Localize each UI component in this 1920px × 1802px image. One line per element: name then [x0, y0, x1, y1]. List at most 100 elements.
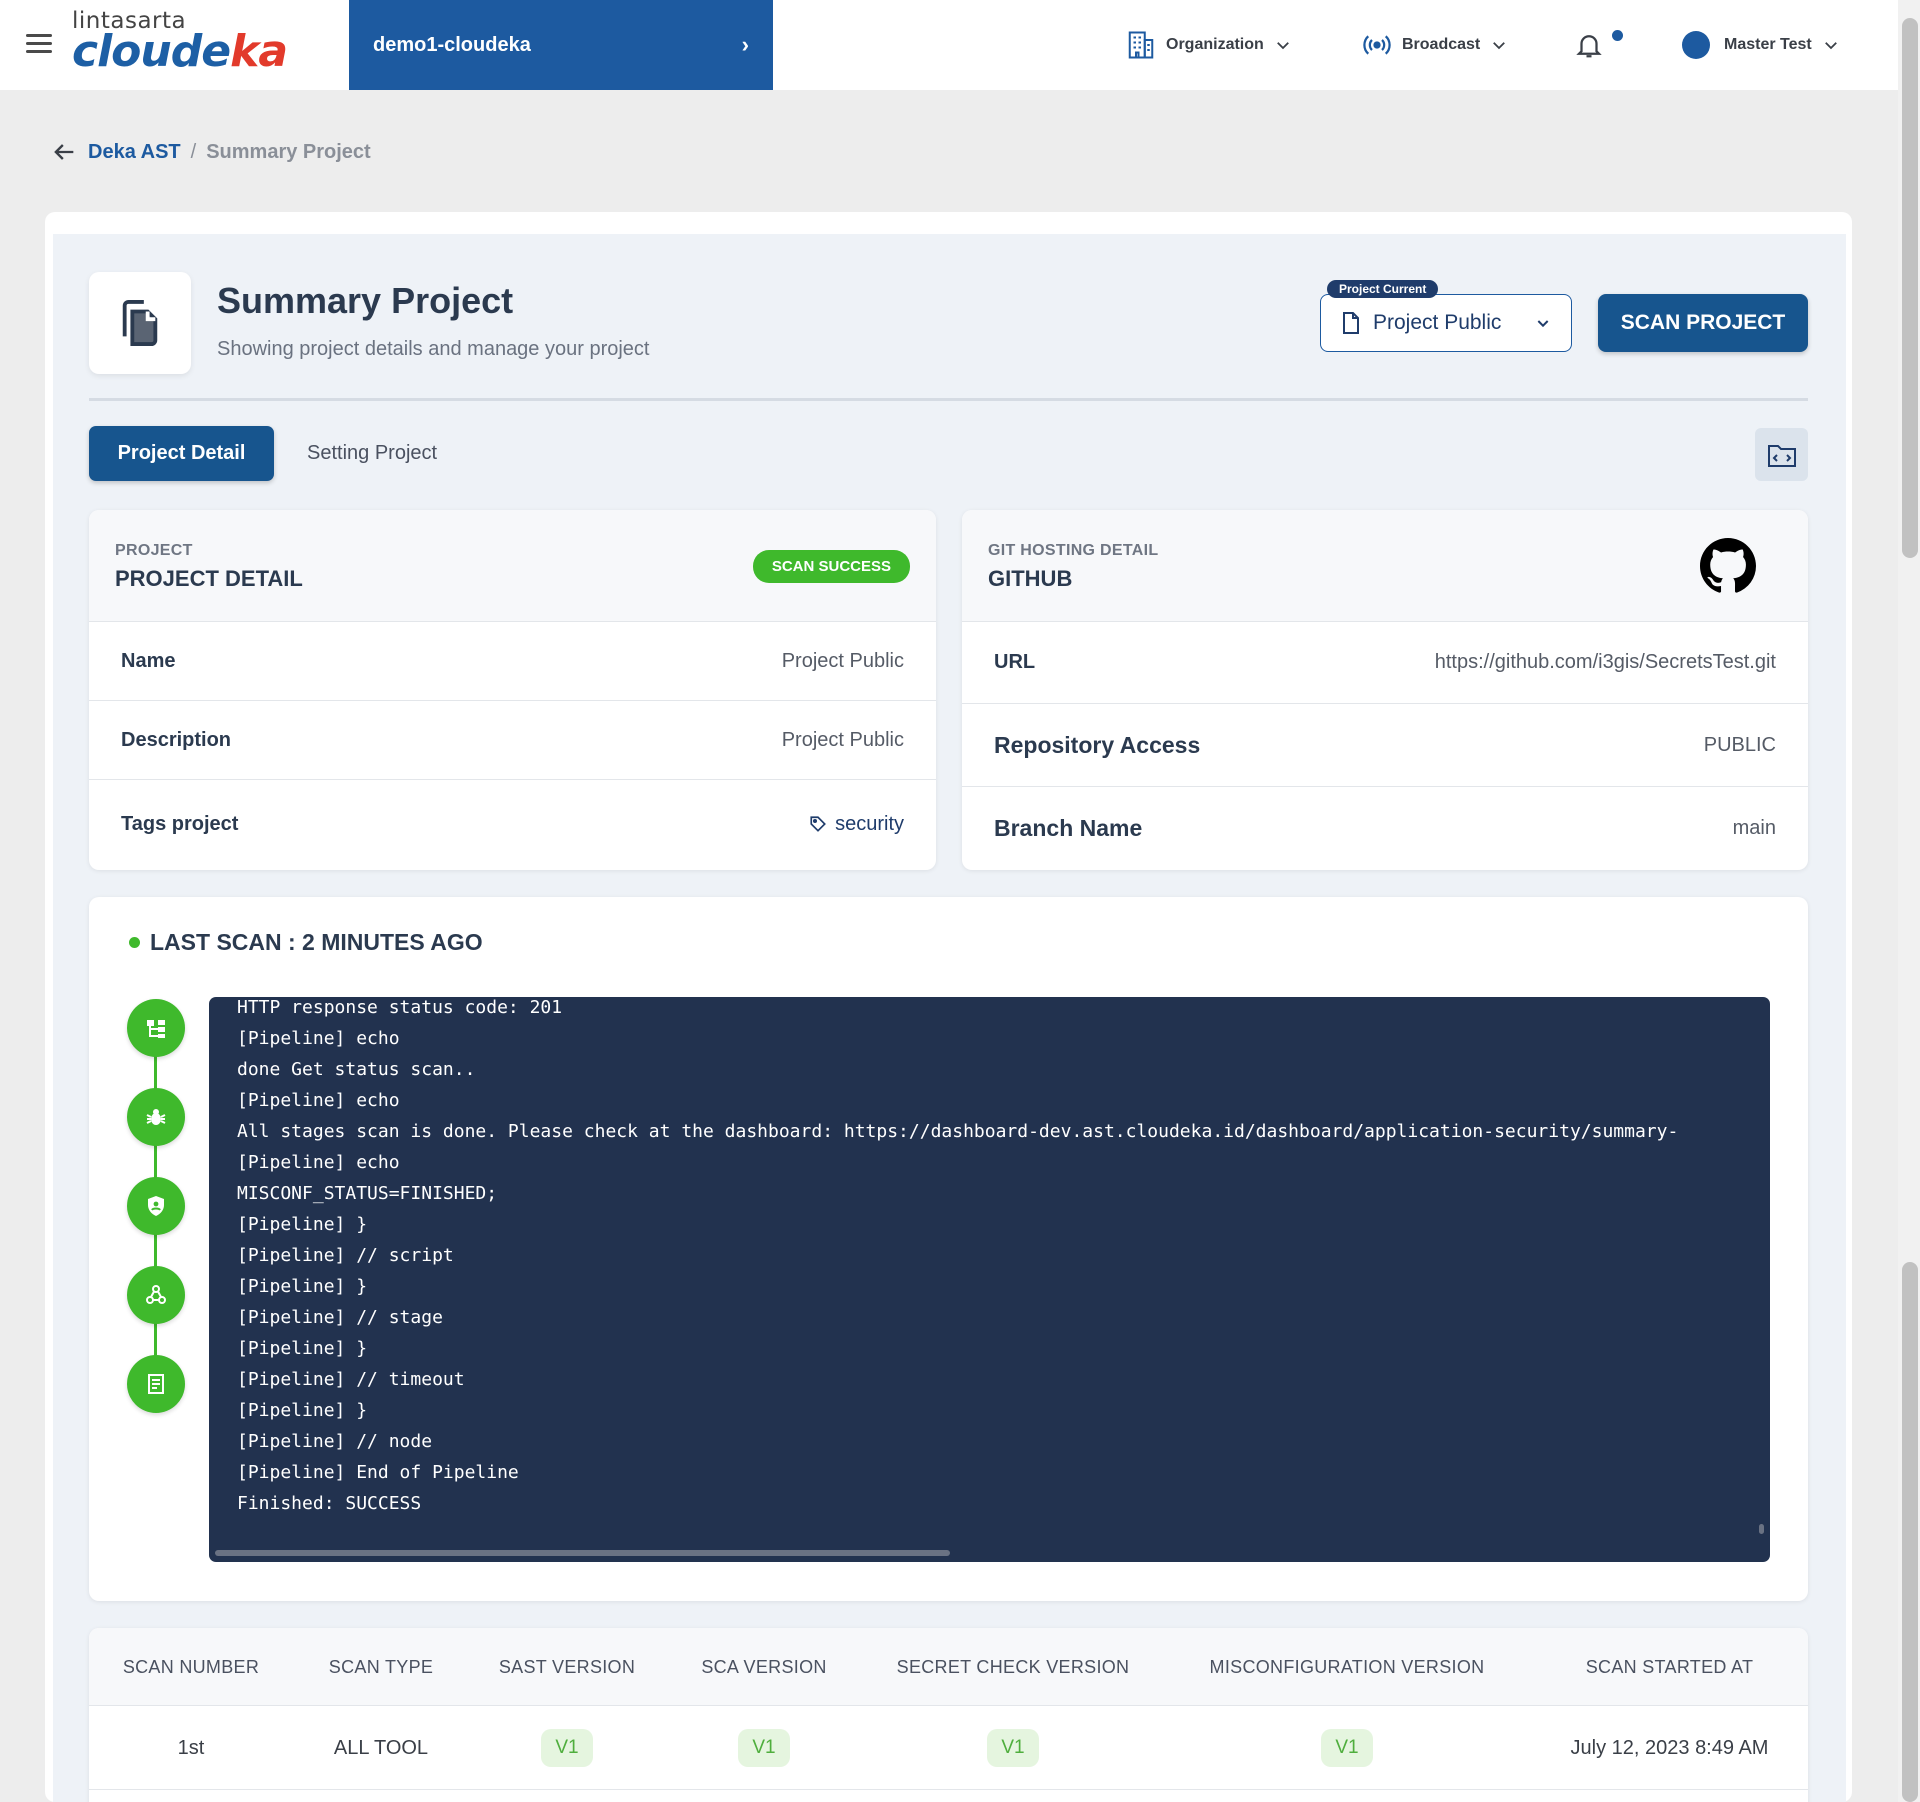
workspace-switcher[interactable]: demo1-cloudeka › — [349, 0, 773, 90]
console-line: [Pipeline] echo — [237, 1028, 400, 1049]
step-shield[interactable] — [127, 1177, 185, 1235]
breadcrumb-separator: / — [190, 140, 197, 163]
project-detail-card: PROJECT PROJECT DETAIL SCAN SUCCESS Name… — [89, 510, 936, 870]
detail-row-tags: Tags project security — [89, 780, 936, 868]
document-icon — [1343, 312, 1359, 334]
broadcast-menu[interactable]: Broadcast — [1362, 0, 1508, 90]
console-line: [Pipeline] } — [237, 1338, 368, 1359]
page-scroll-thumb-lower[interactable] — [1902, 1262, 1918, 1802]
status-dot — [129, 937, 140, 948]
menu-icon[interactable] — [26, 34, 52, 54]
folder-code-button[interactable] — [1755, 428, 1808, 481]
console-output: HTTP response status code: 201 [Pipeline… — [209, 997, 1706, 1519]
git-value: PUBLIC — [1703, 733, 1776, 756]
project-tag[interactable]: security — [809, 813, 904, 836]
page-icon-box — [89, 272, 191, 374]
scan-history-table: SCAN NUMBER SCAN TYPE SAST VERSION SCA V… — [89, 1628, 1808, 1802]
shield-icon — [148, 1196, 164, 1216]
breadcrumb-parent-link[interactable]: Deka AST — [88, 141, 181, 164]
scan-project-button[interactable]: SCAN PROJECT — [1598, 294, 1808, 352]
git-key: URL — [994, 651, 1036, 673]
bell-icon — [1576, 35, 1602, 58]
notifications-button[interactable] — [1574, 0, 1604, 90]
project-current-select[interactable]: Project Public — [1320, 294, 1572, 352]
copy-document-icon — [122, 300, 158, 346]
project-current-value: Project Public — [1373, 311, 1502, 334]
cell-sca-version: V1 — [665, 1706, 863, 1790]
chevron-down-icon — [1276, 42, 1289, 50]
tab-project-detail[interactable]: Project Detail — [89, 426, 274, 481]
column-header[interactable]: SCA VERSION — [665, 1628, 863, 1706]
console-line: [Pipeline] } — [237, 1276, 368, 1297]
scan-steps — [127, 999, 185, 1419]
column-header[interactable]: SCAN STARTED AT — [1531, 1628, 1808, 1706]
version-badge: V1 — [987, 1729, 1039, 1767]
building-icon — [1128, 31, 1154, 59]
project-detail-header: PROJECT PROJECT DETAIL SCAN SUCCESS — [89, 510, 936, 622]
console-line: [Pipeline] // node — [237, 1431, 433, 1452]
broadcast-label: Broadcast — [1402, 36, 1481, 53]
cloudeka-logo[interactable]: lintasarta cloudeka — [72, 8, 302, 82]
project-detail-title: PROJECT DETAIL — [115, 566, 303, 591]
breadcrumb-current: Summary Project — [206, 140, 371, 163]
git-hosting-title: GITHUB — [988, 566, 1073, 591]
cell-scan-number: 1st — [177, 1736, 205, 1759]
table-header: SCAN NUMBER SCAN TYPE SAST VERSION SCA V… — [89, 1628, 1808, 1706]
detail-key: Name — [121, 649, 176, 672]
step-bug[interactable] — [127, 1088, 185, 1146]
last-scan-heading: LAST SCAN : 2 MINUTES AGO — [129, 929, 483, 956]
project-kicker: PROJECT — [115, 542, 193, 559]
console-line: done Get status scan.. — [237, 1059, 476, 1080]
console-vertical-scrollbar[interactable] — [1759, 1524, 1764, 1534]
version-badge: V1 — [738, 1729, 790, 1767]
version-badge: V1 — [541, 1729, 593, 1767]
chevron-down-icon — [1824, 42, 1837, 50]
console-line: [Pipeline] } — [237, 1400, 368, 1421]
detail-key: Description — [121, 728, 232, 751]
user-menu[interactable]: Master Test — [1682, 0, 1840, 90]
table-row[interactable]: 1st ALL TOOL V1 V1 V1 V1 July 12, 2023 8… — [89, 1706, 1808, 1790]
step-checklist[interactable] — [127, 1355, 185, 1413]
page-title: Summary Project — [217, 280, 514, 321]
bug-icon — [146, 1109, 166, 1125]
cell-sast-version: V1 — [469, 1706, 665, 1790]
top-bar: lintasarta cloudeka demo1-cloudeka › Org… — [0, 0, 1898, 90]
console-line: All stages scan is done. Please check at… — [237, 1121, 1679, 1142]
console-line: HTTP response status code: 201 — [237, 997, 563, 1018]
project-current-badge: Project Current — [1327, 280, 1439, 298]
scan-console-log[interactable]: HTTP response status code: 201 [Pipeline… — [209, 997, 1770, 1562]
github-icon — [1700, 538, 1756, 593]
column-header[interactable]: SAST VERSION — [469, 1628, 665, 1706]
console-line: [Pipeline] End of Pipeline — [237, 1462, 519, 1483]
git-value: main — [1732, 817, 1776, 839]
console-line: [Pipeline] echo — [237, 1152, 400, 1173]
git-kicker: GIT HOSTING DETAIL — [988, 542, 1159, 559]
console-line: MISCONF_STATUS=FINISHED; — [237, 1183, 498, 1204]
column-header[interactable]: MISCONFIGURATION VERSION — [1163, 1628, 1531, 1706]
column-header[interactable]: SCAN NUMBER — [89, 1628, 293, 1706]
avatar — [1682, 31, 1710, 59]
tab-setting-project[interactable]: Setting Project — [307, 426, 437, 481]
page-scroll-thumb[interactable] — [1902, 18, 1918, 558]
tag-icon — [810, 816, 827, 832]
git-key: Branch Name — [994, 815, 1143, 841]
step-sitemap[interactable] — [127, 999, 185, 1057]
column-header[interactable]: SECRET CHECK VERSION — [863, 1628, 1163, 1706]
scan-status-badge: SCAN SUCCESS — [752, 550, 910, 583]
column-header[interactable]: SCAN TYPE — [293, 1628, 469, 1706]
last-scan-card: LAST SCAN : 2 MINUTES AGO HTTP response … — [89, 897, 1808, 1601]
tag-label: security — [835, 812, 904, 835]
console-horizontal-scrollbar[interactable] — [215, 1550, 950, 1556]
detail-row-description: Description Project Public — [89, 701, 936, 780]
git-url-value[interactable]: https://github.com/i3gis/SecretsTest.git — [1435, 651, 1776, 674]
cell-scan-started-at: July 12, 2023 8:49 AM — [1570, 1736, 1769, 1759]
broadcast-icon — [1363, 35, 1391, 55]
organization-menu[interactable]: Organization — [1126, 0, 1292, 90]
version-badge: V1 — [1321, 1729, 1373, 1767]
workspace-name: demo1-cloudeka — [373, 33, 531, 56]
webhook-icon — [146, 1285, 166, 1304]
back-arrow-icon[interactable] — [50, 138, 78, 166]
cell-misconfiguration-version: V1 — [1163, 1706, 1531, 1790]
step-webhook[interactable] — [127, 1266, 185, 1324]
user-name: Master Test — [1724, 36, 1812, 53]
